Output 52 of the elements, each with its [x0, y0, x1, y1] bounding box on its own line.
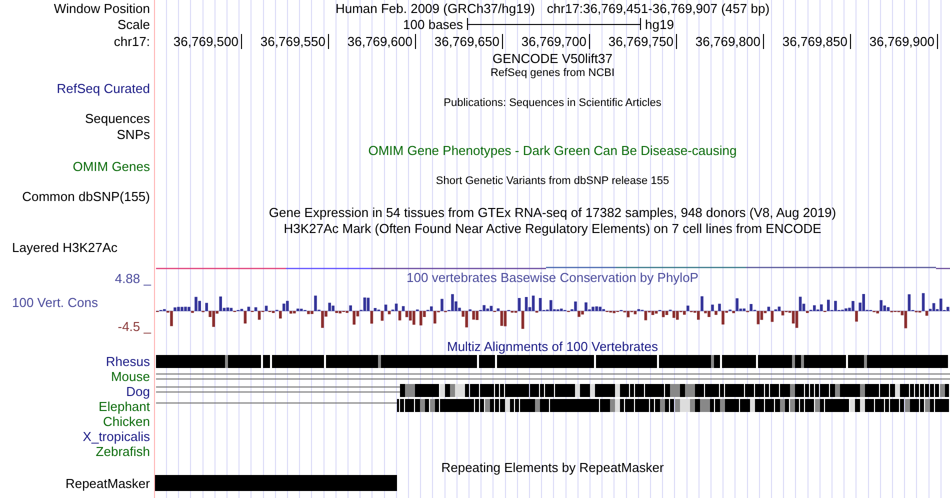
coordinate-label: 36,769,550 — [260, 34, 326, 48]
tick-mark — [676, 34, 677, 48]
track-label[interactable]: X_tropicalis — [82, 429, 150, 444]
row-label: Window Position — [54, 0, 150, 16]
track-title: H3K27Ac Mark (Often Found Near Active Regulatory Elements) on 7 cell lines from ENCODE — [284, 220, 822, 236]
track-label[interactable]: Layered H3K27Ac — [12, 240, 118, 254]
coordinate-label: 36,769,800 — [695, 34, 760, 48]
track-label[interactable]: SNPs — [116, 126, 150, 142]
track-label[interactable]: RepeatMasker — [65, 476, 150, 490]
scale-text: 100 bases — [403, 16, 464, 32]
track-label[interactable]: RefSeq Curated — [56, 80, 150, 96]
assembly-title: Human Feb. 2009 (GRCh37/hg19) — [335, 0, 535, 16]
coordinate-label: 36,769,650 — [434, 34, 500, 48]
axis-min-label: -4.5 _ — [118, 319, 152, 335]
track-label[interactable]: Dog — [126, 384, 150, 399]
track-label[interactable]: Sequences — [84, 110, 150, 126]
track-title: 100 vertebrates Basewise Conservation by PhyloP — [406, 270, 698, 286]
track-title: RefSeq genes from NCBI — [490, 67, 615, 79]
track-label[interactable]: Rhesus — [106, 354, 150, 369]
coordinate-label: 36,769,500 — [173, 34, 238, 48]
coordinate-label: 36,769,850 — [782, 34, 848, 48]
track-title: Multiz Alignments of 100 Vertebrates — [446, 338, 658, 354]
track-title: Publications: Sequences in Scientific Articles — [444, 97, 662, 109]
tick-mark — [414, 34, 416, 48]
track-title: Repeating Elements by RepeatMasker — [441, 460, 664, 474]
position-text: chr17:36,769,451-36,769,907 (457 bp) — [546, 0, 770, 16]
tick-mark — [240, 34, 242, 48]
track-title: Short Genetic Variants from dbSNP release 155 — [436, 175, 670, 187]
track-label[interactable]: Common dbSNP(155) — [22, 188, 150, 204]
track-title: GENCODE V50lift37 — [492, 50, 612, 66]
axis-max-label: 4.88 _ — [114, 271, 152, 287]
track-label[interactable]: Mouse — [110, 369, 150, 384]
coordinate-label: 36,769,900 — [869, 34, 934, 48]
track-title: Gene Expression in 54 tissues from GTEx RNA-seq of 17382 samples, 948 donors (V8, Aug 2019) — [268, 204, 836, 220]
track-label[interactable]: 100 Vert. Cons — [0, 295, 155, 311]
track-label[interactable]: Zebrafish — [96, 444, 150, 459]
tick-mark — [936, 34, 938, 48]
track-label[interactable]: Elephant — [98, 399, 150, 414]
tick-mark — [502, 34, 503, 48]
track-title: OMIM Gene Phenotypes - Dark Green Can Be Disease-causing — [368, 142, 737, 158]
coordinate-label: 36,769,700 — [521, 34, 586, 48]
coordinate-label: 36,769,750 — [608, 34, 674, 48]
tick-mark — [850, 34, 851, 48]
tick-mark — [328, 34, 329, 48]
chromosome-label: chr17: — [114, 34, 150, 48]
tick-mark — [762, 34, 764, 48]
tick-mark — [588, 34, 590, 48]
assembly-text: hg19 — [645, 16, 674, 32]
track-label[interactable]: Chicken — [103, 414, 150, 429]
row-label: Scale — [117, 16, 150, 32]
track-label[interactable]: OMIM Genes — [72, 158, 150, 174]
coordinate-label: 36,769,600 — [347, 34, 412, 48]
